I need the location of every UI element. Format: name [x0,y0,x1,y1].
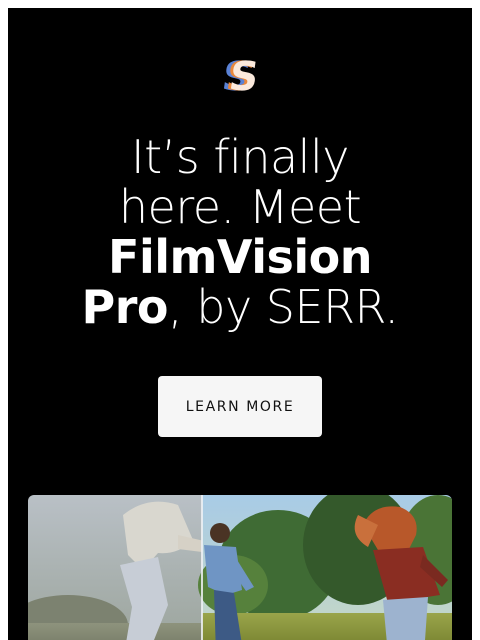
product-name-part-2: Pro [81,280,169,334]
hero-image[interactable] [28,495,452,640]
headline-line-1: It’s finally [131,130,349,184]
email-frame: S S S It’s finally here. Meet FilmVision… [8,8,472,640]
headline-line-2: here. Meet [118,180,362,234]
learn-more-button[interactable]: LEARN MORE [158,376,322,437]
headline: It’s finally here. Meet FilmVision Pro, … [8,132,472,332]
headline-line-3: FilmVision [8,232,472,282]
product-name-part-1: FilmVision [108,230,372,284]
headline-suffix: , by SERR. [168,280,399,334]
people-running-field-image [28,495,452,640]
svg-text:S: S [226,55,261,93]
headline-line-4: Pro, by SERR. [8,282,472,332]
serr-logo-icon: S S S [219,54,265,100]
